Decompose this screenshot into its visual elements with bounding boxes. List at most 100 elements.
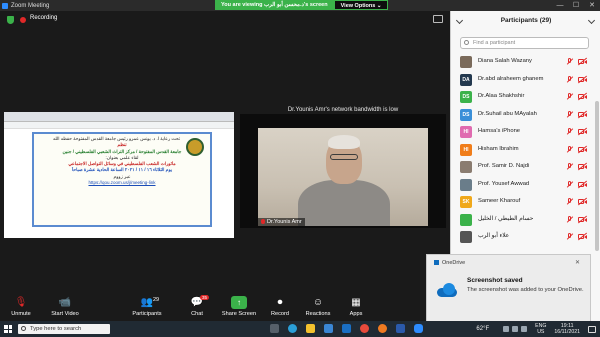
- participant-name: Dr.Suhail abu MAyalah: [478, 110, 537, 117]
- participant-avatar: [460, 161, 472, 173]
- participant-avatar: [460, 231, 472, 243]
- video-off-icon: [577, 92, 588, 101]
- reactions-icon: ☺: [312, 297, 324, 308]
- speaker-hair: [328, 135, 360, 149]
- zoom-app-icon[interactable]: [414, 324, 423, 333]
- muted-mic-icon: [566, 128, 574, 135]
- participant-row[interactable]: Prof. Samir D. Najdi: [451, 158, 600, 176]
- meeting-toolbar: 🎙 Unmute 📹 Start Video 👥 29 Participants…: [0, 295, 450, 321]
- shared-browser-urlbar: [4, 122, 234, 129]
- volume-icon[interactable]: [512, 326, 519, 332]
- unmute-label: Unmute: [11, 311, 31, 317]
- participant-avatar: [460, 178, 472, 191]
- participant-list: Diana Salah Wazany DA Dr.abd alraheem ghan…: [451, 53, 600, 246]
- notification-body: The screenshot was added to your OneDriv…: [467, 287, 584, 293]
- chrome-app-icon[interactable]: [360, 324, 369, 333]
- edge-app-icon[interactable]: [288, 324, 297, 333]
- participant-avatar: DA: [460, 73, 472, 86]
- participant-row[interactable]: Diana Salah Wazany: [451, 53, 600, 71]
- participant-list-scrollbar[interactable]: [595, 101, 599, 251]
- firefox-app-icon[interactable]: [378, 324, 387, 333]
- slide-patronage: تحت رعاية أ. د. يونس عمرو رئيس جامعة الق…: [53, 136, 180, 141]
- speaker-name: Dr.Younis Amr: [267, 219, 302, 225]
- weather-temperature[interactable]: 62°F: [476, 326, 489, 332]
- video-off-icon: 📹: [58, 297, 72, 308]
- participant-avatar: HI: [460, 126, 472, 138]
- reactions-label: Reactions: [305, 311, 331, 317]
- input-language[interactable]: ENG US: [535, 323, 546, 335]
- participant-avatar: DS: [460, 108, 472, 121]
- speaker-body: [298, 180, 390, 226]
- video-off-icon: [577, 232, 588, 241]
- slide-event-link[interactable]: https://qou.zoom.us/j/meeting-link: [38, 180, 206, 186]
- participant-row[interactable]: DS Dr.Suhail abu MAyalah: [451, 106, 600, 124]
- participant-row[interactable]: حسام الطيطي / الخليل: [451, 211, 600, 229]
- view-layout-icon[interactable]: [433, 15, 443, 23]
- participant-name: Sameer Kharouf: [478, 198, 521, 204]
- speaker-video-tile[interactable]: Dr.Younis Amr's network bandwidth is low…: [240, 107, 446, 228]
- participant-avatar: DS: [460, 91, 472, 103]
- security-shield-icon[interactable]: [7, 16, 14, 24]
- onedrive-notification[interactable]: OneDrive ✕ Screenshot saved The screensh…: [426, 254, 591, 322]
- participant-name: Hisham Ibrahim: [478, 145, 519, 152]
- word-app-icon[interactable]: [396, 324, 405, 333]
- zoom-logo-icon: [2, 2, 8, 9]
- taskbar-search-input[interactable]: Type here to search: [18, 324, 110, 334]
- notification-center-icon[interactable]: [588, 325, 596, 333]
- taskbar-clock[interactable]: 19:11 16/11/2021: [554, 323, 580, 335]
- onedrive-cloud-icon: [435, 283, 459, 297]
- view-options-button[interactable]: View Options ⌄: [333, 0, 389, 10]
- notification-close-icon[interactable]: ✕: [575, 259, 580, 266]
- participant-row[interactable]: علاء أبو الرب: [451, 228, 600, 246]
- participant-name: Dr.abd alraheem ghanem: [478, 75, 544, 82]
- video-off-icon: [577, 110, 588, 118]
- notification-title: Screenshot saved: [467, 277, 523, 284]
- record-icon: ⏺: [277, 297, 283, 308]
- participant-row[interactable]: HI Hamsa's iPhone: [451, 123, 600, 141]
- shared-screen-tile[interactable]: تحت رعاية أ. د. يونس عمرو رئيس جامعة الق…: [4, 112, 234, 238]
- muted-mic-icon: [566, 180, 574, 188]
- task-view-icon[interactable]: [270, 324, 279, 333]
- zoom-window: Zoom Meeting — ☐ ✕ You are viewing د.محس…: [0, 0, 600, 337]
- notification-app: OneDrive: [434, 260, 465, 266]
- participant-row[interactable]: DA Dr.abd alraheem ghanem: [451, 71, 600, 89]
- battery-icon[interactable]: [521, 326, 528, 332]
- mail-app-icon[interactable]: [342, 324, 351, 333]
- participant-avatar: SK: [460, 196, 472, 208]
- window-controls: — ☐ ✕: [552, 0, 600, 11]
- start-video-label: Start Video: [51, 311, 79, 317]
- notification-app-name: OneDrive: [442, 260, 466, 266]
- maximize-button[interactable]: ☐: [568, 0, 584, 11]
- store-app-icon[interactable]: [324, 324, 333, 333]
- close-button[interactable]: ✕: [584, 0, 600, 11]
- participants-label: Participants: [132, 311, 162, 317]
- participant-row[interactable]: DS Dr.Alaa Shakhshir: [451, 88, 600, 106]
- minimize-button[interactable]: —: [552, 0, 568, 11]
- participant-search-input[interactable]: Find a participant: [460, 37, 589, 49]
- apps-label: Apps: [349, 311, 363, 317]
- participant-row[interactable]: Prof. Yousef Awwad: [451, 176, 600, 194]
- record-label: Record: [270, 311, 290, 317]
- shared-slide: تحت رعاية أ. د. يونس عمرو رئيس جامعة الق…: [32, 132, 212, 227]
- participant-name: Diana Salah Wazany: [478, 58, 532, 64]
- muted-microphone-icon: 🎙: [14, 297, 28, 308]
- start-windows-icon[interactable]: [4, 325, 12, 333]
- apps-button[interactable]: ▦ Apps: [329, 296, 383, 317]
- apps-icon: ▦: [351, 297, 361, 308]
- video-off-icon: [577, 197, 588, 206]
- onedrive-app-icon: [434, 260, 439, 265]
- participant-row[interactable]: SK Sameer Kharouf: [451, 193, 600, 211]
- recording-dot-icon: [20, 17, 26, 23]
- taskbar-apps: [270, 324, 423, 333]
- participant-row[interactable]: HI Hisham Ibrahim: [451, 141, 600, 159]
- video-off-icon: [577, 162, 588, 171]
- video-off-icon: [577, 57, 588, 66]
- video-off-icon: [577, 180, 588, 188]
- participants-button[interactable]: 👥 29 Participants: [120, 296, 174, 317]
- participants-count: 29: [153, 297, 160, 303]
- network-icon[interactable]: [503, 326, 510, 332]
- start-video-button[interactable]: 📹 Start Video: [38, 296, 92, 317]
- participant-name: Prof. Samir D. Najdi: [478, 163, 530, 169]
- muted-mic-icon: [566, 110, 574, 118]
- file-explorer-icon[interactable]: [306, 324, 315, 333]
